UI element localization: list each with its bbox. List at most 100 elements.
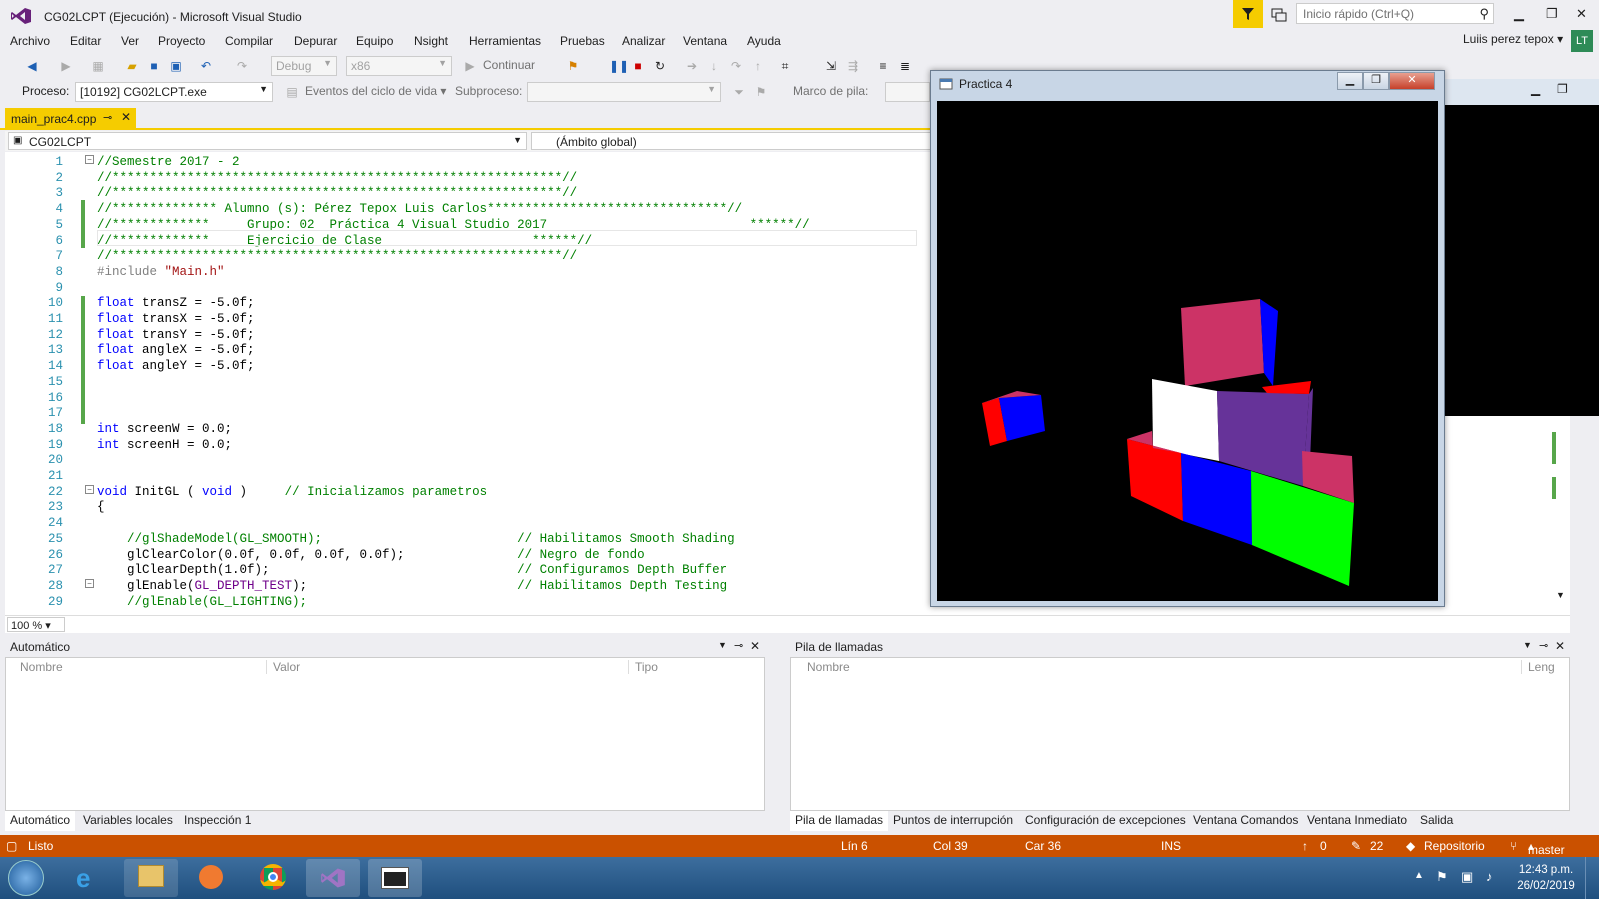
menu-nsight[interactable]: Nsight — [414, 34, 448, 48]
save-icon[interactable]: ■ — [146, 58, 162, 74]
outdent-icon[interactable]: ≣ — [897, 58, 913, 74]
configuration-select[interactable]: Debug ▼ — [271, 56, 337, 76]
maximize-button[interactable]: ❐ — [1546, 6, 1558, 22]
breakpoint-icon[interactable]: ⇲ — [823, 58, 839, 74]
tab-pila-de-llamadas[interactable]: Pila de llamadas — [790, 811, 889, 831]
tab-variables-locales[interactable]: Variables locales — [78, 811, 178, 831]
col-lenguaje[interactable]: Leng — [1521, 660, 1555, 674]
opengl-app-taskbar-icon[interactable] — [368, 859, 422, 897]
open-file-icon[interactable]: ▰ — [124, 58, 140, 74]
new-project-icon[interactable]: ▦ — [90, 58, 106, 74]
menu-depurar[interactable]: Depurar — [294, 34, 337, 48]
collapse-icon[interactable]: − — [85, 579, 94, 588]
scope-dropdown[interactable]: (Ámbito global) — [531, 132, 931, 150]
code-editor[interactable]: − − − 1 //Semestre 2017 - 2 2 //***********… — [5, 152, 930, 615]
minimize-button[interactable]: ▁ — [1514, 6, 1524, 22]
practica-close-button[interactable]: ✕ — [1389, 72, 1435, 90]
console-maximize-button[interactable]: ❐ — [1557, 82, 1568, 96]
step-next-icon[interactable]: ➔ — [684, 58, 700, 74]
stack-frame-select[interactable] — [885, 82, 930, 102]
menu-pruebas[interactable]: Pruebas — [560, 34, 605, 48]
visual-studio-taskbar-icon[interactable] — [306, 859, 360, 897]
step-out-icon[interactable]: ↑ — [750, 58, 766, 74]
pin-icon[interactable]: ⊸ — [103, 111, 112, 124]
practica-minimize-button[interactable]: ▁ — [1337, 72, 1363, 90]
restart-icon[interactable]: ↻ — [652, 58, 668, 74]
console-minimize-button[interactable]: ▁ — [1531, 82, 1540, 96]
clock[interactable]: 12:43 p.m. 26/02/2019 — [1512, 862, 1580, 894]
pin-icon[interactable]: ⊸ — [734, 639, 743, 652]
indent-icon[interactable]: ≡ — [875, 58, 891, 74]
lifecycle-events-dropdown[interactable]: Eventos del ciclo de vida ▾ — [305, 84, 446, 98]
tab-automatico[interactable]: Automático — [5, 811, 76, 831]
action-center-icon[interactable]: ⚑ — [1436, 869, 1448, 885]
tab-puntos-de-interrupcion[interactable]: Puntos de interrupción — [888, 811, 1018, 831]
pin-icon[interactable]: ⊸ — [1539, 639, 1548, 652]
practica-maximize-button[interactable]: ❐ — [1363, 72, 1389, 90]
hex-display-icon[interactable]: ⌗ — [777, 58, 793, 74]
col-nombre[interactable]: Nombre — [807, 660, 850, 674]
col-valor[interactable]: Valor — [266, 660, 300, 674]
step-over-icon[interactable]: ↷ — [728, 58, 744, 74]
status-branch[interactable]: master ▴ — [1528, 839, 1565, 857]
menu-editar[interactable]: Editar — [70, 34, 101, 48]
collapse-icon[interactable]: − — [85, 155, 94, 164]
forward-icon[interactable]: ▶ — [58, 58, 74, 74]
file-explorer-icon[interactable] — [124, 859, 178, 897]
zoom-select[interactable]: 100 % ▾ — [7, 617, 65, 632]
pause-icon[interactable]: ❚❚ — [609, 58, 629, 74]
internet-explorer-icon[interactable]: e — [62, 859, 116, 897]
menu-archivo[interactable]: Archivo — [10, 34, 50, 48]
menu-herramientas[interactable]: Herramientas — [469, 34, 541, 48]
redo-icon[interactable]: ↷ — [234, 58, 250, 74]
start-button[interactable] — [8, 860, 44, 896]
find-icon[interactable]: ⚑ — [565, 58, 581, 74]
volume-icon[interactable]: ♪ — [1486, 869, 1493, 884]
undo-icon[interactable]: ↶ — [198, 58, 214, 74]
opengl-canvas[interactable] — [937, 101, 1438, 601]
repo-icon[interactable]: ◆ — [1406, 839, 1415, 853]
status-repo[interactable]: Repositorio — [1424, 839, 1485, 853]
back-icon[interactable]: ◀ — [24, 58, 40, 74]
close-tab-icon[interactable]: ✕ — [121, 110, 131, 124]
branch-icon[interactable]: ⑂ — [1510, 839, 1517, 853]
practica-window[interactable]: Practica 4 ▁ ❐ ✕ — [930, 70, 1445, 607]
step-into-icon[interactable]: ↓ — [706, 58, 722, 74]
media-player-icon[interactable] — [184, 859, 238, 897]
menu-ayuda[interactable]: Ayuda — [747, 34, 781, 48]
network-icon[interactable]: ▣ — [1461, 869, 1473, 885]
close-panel-icon[interactable]: ✕ — [1555, 639, 1565, 653]
chrome-icon[interactable] — [246, 859, 300, 897]
menu-proyecto[interactable]: Proyecto — [158, 34, 205, 48]
col-nombre[interactable]: Nombre — [20, 660, 63, 674]
save-all-icon[interactable]: ▣ — [168, 58, 184, 74]
flag-icon[interactable]: ⚑ — [753, 84, 769, 100]
panel-menu-icon[interactable]: ▼ — [718, 640, 727, 650]
close-panel-icon[interactable]: ✕ — [750, 639, 760, 653]
avatar[interactable]: LT — [1571, 30, 1593, 52]
threads-icon[interactable]: ⇶ — [845, 58, 861, 74]
continue-button[interactable]: Continuar — [483, 58, 535, 72]
platform-select[interactable]: x86 ▼ — [346, 56, 452, 76]
col-tipo[interactable]: Tipo — [628, 660, 658, 674]
menu-equipo[interactable]: Equipo — [356, 34, 393, 48]
menu-ver[interactable]: Ver — [121, 34, 139, 48]
process-select[interactable]: [10192] CG02LCPT.exe ▼ — [75, 82, 273, 102]
tab-configuracion-excepciones[interactable]: Configuración de excepciones — [1020, 811, 1191, 831]
tab-ventana-comandos[interactable]: Ventana Comandos — [1188, 811, 1303, 831]
pencil-icon[interactable]: ✎ — [1351, 839, 1361, 853]
quick-launch-input[interactable]: Inicio rápido (Ctrl+Q) ⚲ — [1296, 3, 1494, 24]
play-icon[interactable]: ▶ — [462, 58, 478, 74]
project-dropdown[interactable]: ▣ CG02LCPT ▼ — [8, 132, 527, 150]
panel-menu-icon[interactable]: ▼ — [1523, 640, 1532, 650]
feedback-icon[interactable] — [1270, 6, 1288, 24]
publish-icon[interactable]: ↑ — [1302, 839, 1308, 853]
notification-filter-icon[interactable] — [1233, 0, 1263, 28]
show-desktop-button[interactable] — [1585, 857, 1599, 899]
filter-icon[interactable]: ⏷ — [731, 84, 747, 100]
stop-icon[interactable]: ■ — [630, 58, 646, 74]
menu-ventana[interactable]: Ventana — [683, 34, 727, 48]
close-button[interactable]: ✕ — [1576, 6, 1587, 22]
tab-main-prac4[interactable]: main_prac4.cpp ⊸ ✕ — [5, 108, 136, 130]
tab-salida[interactable]: Salida — [1415, 811, 1458, 831]
